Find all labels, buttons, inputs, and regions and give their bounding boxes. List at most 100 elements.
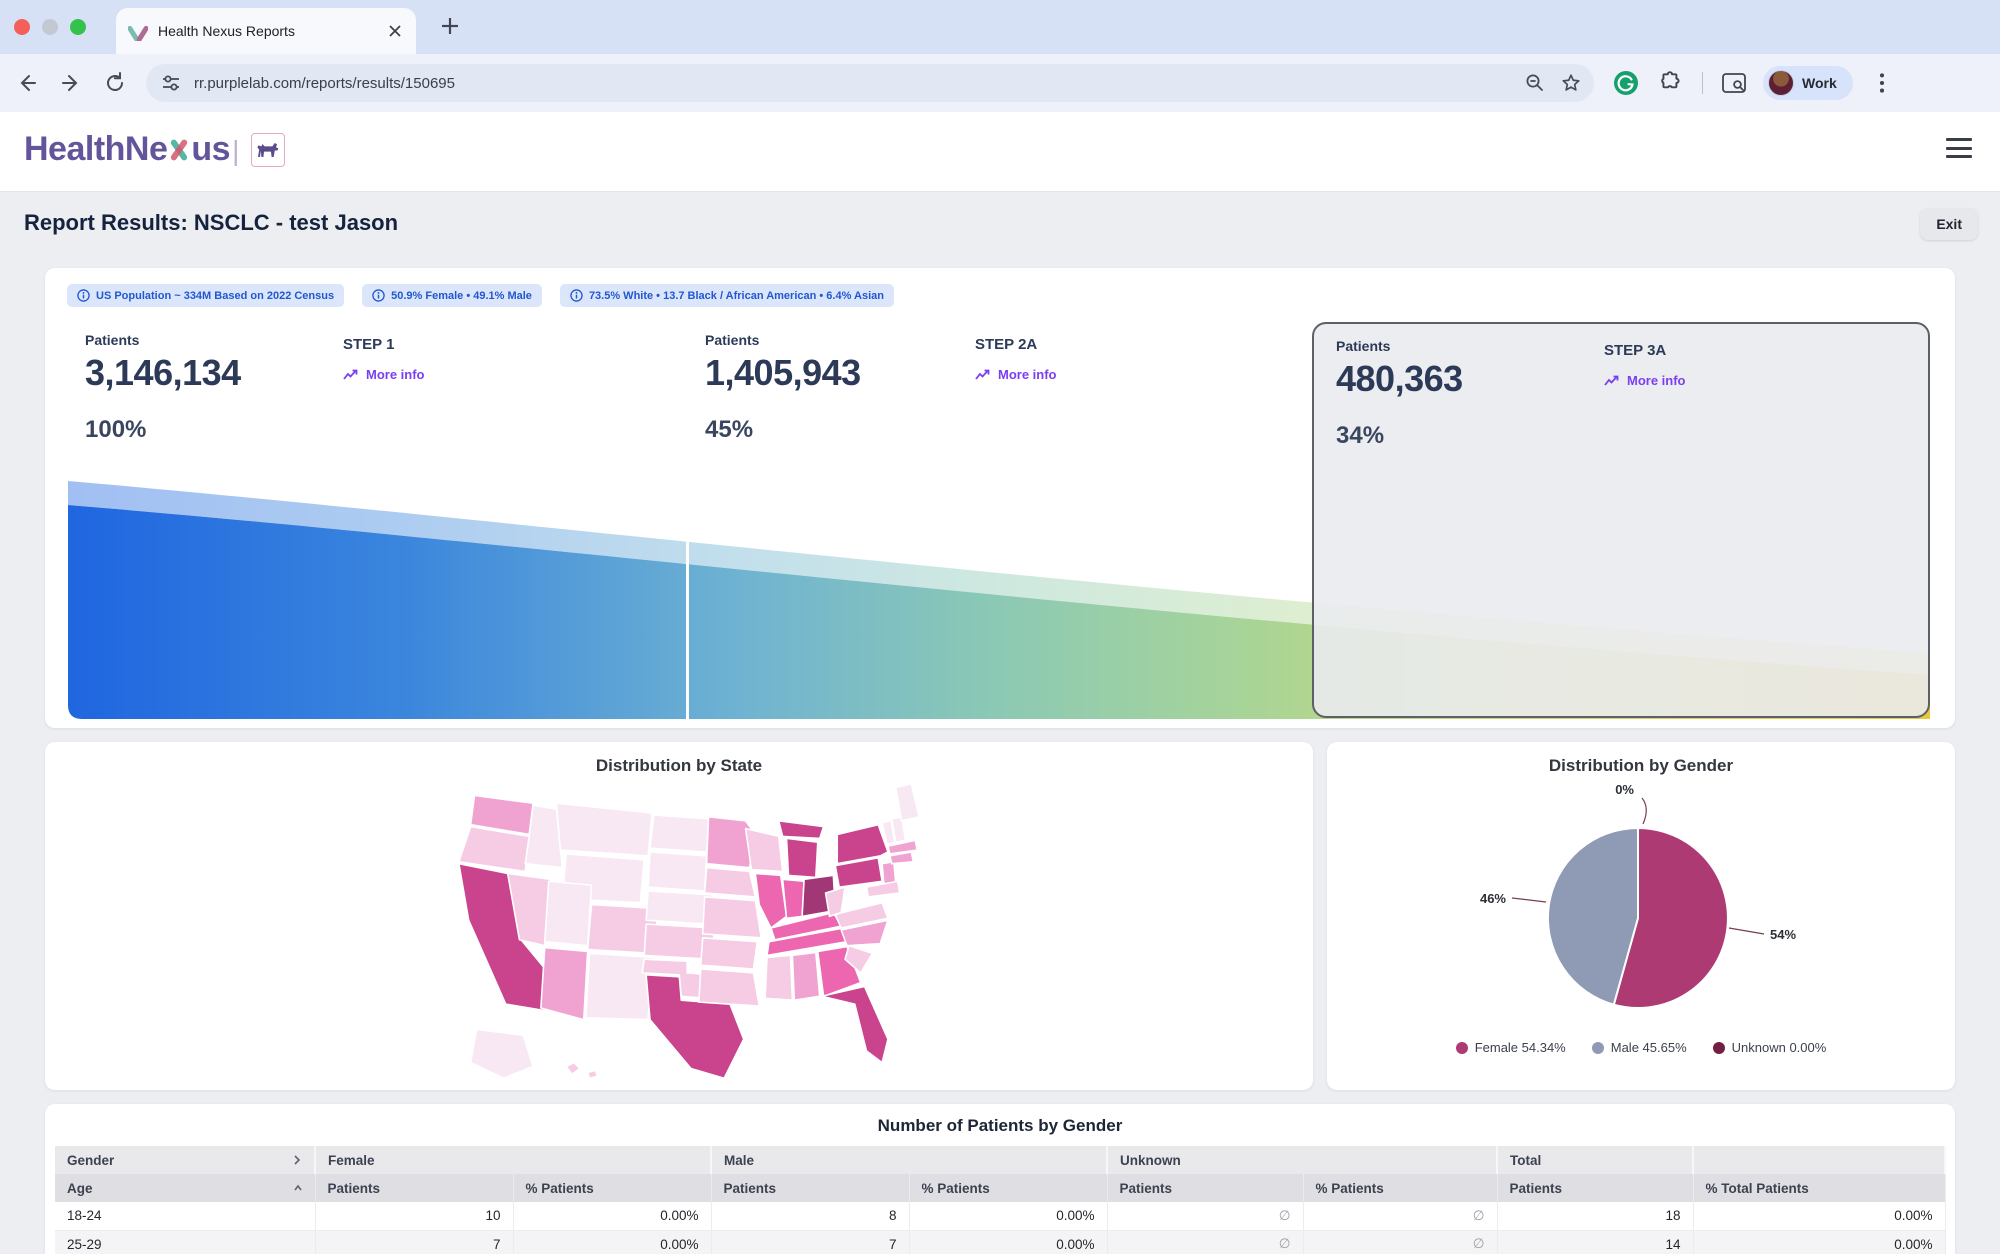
step1-percent: 100% [85, 416, 241, 444]
info-chips: US Population ~ 334M Based on 2022 Censu… [67, 284, 894, 307]
address-bar[interactable]: rr.purplelab.com/reports/results/150695 [146, 64, 1594, 102]
new-tab-button[interactable] [438, 14, 462, 38]
trending-up-icon [1604, 375, 1620, 387]
col-header-female-patients[interactable]: Patients [315, 1174, 513, 1202]
col-header-total-pct[interactable]: % Total Patients [1693, 1174, 1945, 1202]
app-menu-icon[interactable] [1946, 138, 1972, 158]
col-header-age[interactable]: Age [55, 1174, 315, 1202]
trending-up-icon [343, 369, 359, 381]
chip-us-population[interactable]: US Population ~ 334M Based on 2022 Censu… [67, 284, 344, 307]
group-header-gender[interactable]: Gender [55, 1146, 315, 1174]
browser-tab[interactable]: Health Nexus Reports [116, 8, 416, 54]
step3-selected-card[interactable]: Patients 480,363 34% STEP 3A More info [1312, 322, 1930, 718]
extensions-puzzle-icon[interactable] [1658, 70, 1684, 96]
patients-label: Patients [1336, 338, 1463, 354]
step3-meta: STEP 3A More info [1604, 342, 1686, 388]
cell-female-pct: 0.00% [513, 1202, 711, 1230]
group-header-blank [1693, 1146, 1945, 1174]
table-title: Number of Patients by Gender [45, 1116, 1955, 1136]
extensions-area [1612, 69, 1749, 97]
chip-gender-split[interactable]: 50.9% Female • 49.1% Male [362, 284, 542, 307]
step3-values: Patients 480,363 34% [1336, 338, 1463, 450]
col-header-unknown-patients[interactable]: Patients [1107, 1174, 1303, 1202]
col-header-unknown-pct[interactable]: % Patients [1303, 1174, 1497, 1202]
chip-label: 73.5% White • 13.7 Black / African Ameri… [589, 290, 884, 302]
cell-total-pct: 0.00% [1693, 1230, 1945, 1254]
legend-item-female[interactable]: Female 54.34% [1456, 1040, 1566, 1055]
chip-race-split[interactable]: 73.5% White • 13.7 Black / African Ameri… [560, 284, 894, 307]
group-header-unknown[interactable]: Unknown [1107, 1146, 1497, 1174]
group-header-male[interactable]: Male [711, 1146, 1107, 1174]
step2-more-info-link[interactable]: More info [975, 367, 1057, 382]
col-header-male-pct[interactable]: % Patients [909, 1174, 1107, 1202]
step2-patient-count: 1,405,943 [705, 352, 861, 394]
minimize-window-button[interactable] [42, 19, 58, 35]
url-text[interactable]: rr.purplelab.com/reports/results/150695 [194, 75, 1510, 92]
cell-female-patients: 7 [315, 1230, 513, 1254]
legend-item-unknown[interactable]: Unknown 0.00% [1713, 1040, 1827, 1055]
maximize-window-button[interactable] [70, 19, 86, 35]
gender-pie-chart[interactable]: 0% 46% 54% [1478, 768, 1798, 1040]
browser-menu-icon[interactable] [1869, 70, 1895, 96]
info-icon [77, 289, 90, 302]
logo-x-mark [167, 137, 191, 163]
step2-percent: 45% [705, 416, 861, 444]
close-window-button[interactable] [14, 19, 30, 35]
cell-age: 25-29 [55, 1230, 315, 1254]
legend-item-male[interactable]: Male 45.65% [1592, 1040, 1687, 1055]
profile-name: Work [1802, 75, 1837, 91]
patients-table: Gender Female Male Unknown Total Age Pat… [55, 1146, 1946, 1254]
legend-dot-female [1456, 1042, 1468, 1054]
healthnexus-logo[interactable]: HealthNe us | [24, 130, 285, 169]
cell-unknown-patients: ∅ [1107, 1230, 1303, 1254]
sort-asc-icon[interactable] [293, 1184, 303, 1192]
col-header-female-pct[interactable]: % Patients [513, 1174, 711, 1202]
traffic-lights [14, 19, 86, 35]
step3-percent: 34% [1336, 422, 1463, 450]
patients-label: Patients [705, 332, 861, 348]
forward-button[interactable] [54, 66, 88, 100]
info-icon [372, 289, 385, 302]
cell-male-patients: 8 [711, 1202, 909, 1230]
group-header-female[interactable]: Female [315, 1146, 711, 1174]
cell-age: 18-24 [55, 1202, 315, 1230]
bookmark-star-icon[interactable] [1560, 72, 1582, 94]
step3-patient-count: 480,363 [1336, 358, 1463, 400]
step3-more-info-link[interactable]: More info [1604, 373, 1686, 388]
state-card-title: Distribution by State [45, 756, 1313, 776]
funnel-card: US Population ~ 334M Based on 2022 Censu… [45, 268, 1955, 728]
distribution-by-state-card: Distribution by State [45, 742, 1313, 1090]
back-button[interactable] [10, 66, 44, 100]
exit-button[interactable]: Exit [1920, 208, 1978, 240]
browser-profile-chip[interactable]: Work [1763, 66, 1853, 100]
step2-label: STEP 2A [975, 336, 1057, 353]
info-icon [570, 289, 583, 302]
col-header-male-patients[interactable]: Patients [711, 1174, 909, 1202]
zoom-icon[interactable] [1524, 72, 1546, 94]
grammarly-icon[interactable] [1612, 69, 1640, 97]
cell-male-pct: 0.00% [909, 1202, 1107, 1230]
site-favicon [128, 21, 148, 41]
col-header-total-patients[interactable]: Patients [1497, 1174, 1693, 1202]
site-info-icon[interactable] [160, 72, 182, 94]
chip-label: 50.9% Female • 49.1% Male [391, 290, 532, 302]
chevron-right-icon[interactable] [292, 1154, 302, 1166]
table-row[interactable]: 25-29 7 0.00% 7 0.00% ∅ ∅ 14 0.00% [55, 1230, 1945, 1254]
patients-label: Patients [85, 332, 241, 348]
chip-label: US Population ~ 334M Based on 2022 Censu… [96, 290, 334, 302]
leader-line-left [1512, 898, 1546, 902]
us-choropleth-map[interactable] [441, 774, 941, 1086]
close-tab-icon[interactable] [386, 22, 404, 40]
step1-more-info-link[interactable]: More info [343, 367, 425, 382]
legend-label: Male 45.65% [1611, 1040, 1687, 1055]
cell-unknown-pct: ∅ [1303, 1230, 1497, 1254]
reload-button[interactable] [98, 66, 132, 100]
more-info-label: More info [1627, 373, 1686, 388]
column-header-row: Age Patients % Patients Patients % Patie… [55, 1174, 1945, 1202]
profile-avatar [1768, 70, 1794, 96]
cell-unknown-patients: ∅ [1107, 1202, 1303, 1230]
table-row[interactable]: 18-24 10 0.00% 8 0.00% ∅ ∅ 18 0.00% [55, 1202, 1945, 1230]
pie-legend: Female 54.34% Male 45.65% Unknown 0.00% [1327, 1040, 1955, 1055]
side-panel-search-icon[interactable] [1721, 70, 1749, 96]
group-header-total[interactable]: Total [1497, 1146, 1693, 1174]
